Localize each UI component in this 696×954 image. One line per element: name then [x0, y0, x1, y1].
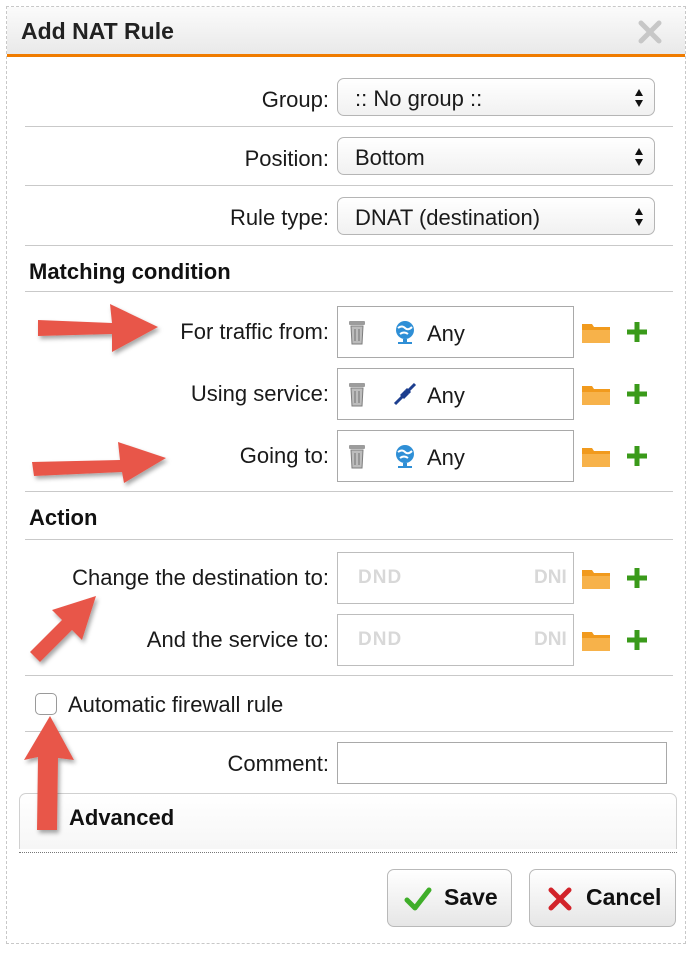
service-placeholder-left: DND — [358, 629, 403, 650]
automatic-firewall-checkbox[interactable] — [35, 693, 57, 715]
save-button-label: Save — [444, 884, 498, 910]
save-button[interactable]: Save — [387, 869, 512, 927]
folder-icon[interactable] — [581, 382, 611, 406]
change-destination-field[interactable]: DND DNI — [337, 552, 574, 604]
going-to-value: Any — [427, 445, 465, 470]
cancel-button[interactable]: Cancel — [529, 869, 676, 927]
separator — [25, 126, 673, 127]
select-arrows-icon — [635, 148, 643, 166]
separator — [25, 185, 673, 186]
separator — [25, 291, 673, 292]
trash-icon[interactable] — [348, 319, 366, 345]
traffic-from-value: Any — [427, 321, 465, 346]
going-to-label: Going to: — [239, 443, 329, 468]
position-select[interactable]: Bottom — [337, 137, 655, 175]
separator — [25, 539, 673, 540]
dialog-title: Add NAT Rule — [21, 18, 174, 44]
cancel-button-label: Cancel — [586, 884, 662, 910]
automatic-firewall-label[interactable]: Automatic firewall rule — [68, 692, 283, 718]
using-service-label: Using service: — [190, 381, 329, 406]
separator — [25, 731, 673, 732]
select-arrows-icon — [635, 89, 643, 107]
action-heading: Action — [29, 505, 98, 530]
add-plus-icon[interactable] — [625, 566, 649, 590]
advanced-section-header[interactable]: Advanced — [19, 793, 677, 849]
select-arrows-icon — [635, 208, 643, 226]
add-plus-icon[interactable] — [625, 628, 649, 652]
separator — [25, 245, 673, 246]
advanced-label: Advanced — [69, 805, 175, 830]
position-label: Position: — [244, 146, 329, 171]
traffic-from-label: For traffic from: — [180, 319, 329, 344]
add-plus-icon[interactable] — [625, 320, 649, 344]
group-select[interactable]: :: No group :: — [337, 78, 655, 116]
comment-input[interactable] — [337, 742, 667, 784]
going-to-field[interactable]: Any — [337, 430, 574, 482]
add-nat-rule-dialog: Add NAT Rule Group: :: No group :: Posit… — [6, 6, 686, 944]
folder-icon[interactable] — [581, 566, 611, 590]
position-select-value: Bottom — [355, 145, 425, 170]
group-select-value: :: No group :: — [355, 86, 483, 111]
cancel-x-icon — [548, 887, 572, 911]
add-plus-icon[interactable] — [625, 444, 649, 468]
comment-label: Comment: — [227, 751, 329, 776]
change-destination-label: Change the destination to: — [72, 565, 329, 590]
folder-icon[interactable] — [581, 320, 611, 344]
network-globe-icon — [396, 321, 414, 344]
add-plus-icon[interactable] — [625, 382, 649, 406]
using-service-value: Any — [427, 383, 465, 408]
check-icon — [404, 887, 432, 911]
service-plug-icon — [393, 382, 417, 406]
rule-type-select-value: DNAT (destination) — [355, 205, 541, 230]
folder-icon[interactable] — [581, 444, 611, 468]
group-label: Group: — [261, 87, 329, 112]
network-globe-icon — [396, 445, 414, 468]
using-service-field[interactable]: Any — [337, 368, 574, 420]
matching-condition-heading: Matching condition — [29, 259, 231, 284]
dialog-titlebar: Add NAT Rule — [7, 7, 685, 57]
folder-icon[interactable] — [581, 628, 611, 652]
destination-placeholder-right: DNI — [534, 567, 567, 588]
rule-type-label: Rule type: — [229, 205, 329, 230]
dotted-divider — [19, 852, 677, 853]
change-service-label: And the service to: — [146, 627, 329, 652]
traffic-from-field[interactable]: Any — [337, 306, 574, 358]
destination-placeholder-left: DND — [358, 567, 403, 588]
separator — [25, 675, 673, 676]
close-icon[interactable] — [637, 19, 663, 45]
rule-type-select[interactable]: DNAT (destination) — [337, 197, 655, 235]
separator — [25, 491, 673, 492]
trash-icon[interactable] — [348, 381, 366, 407]
trash-icon[interactable] — [348, 443, 366, 469]
change-service-field[interactable]: DND DNI — [337, 614, 574, 666]
service-placeholder-right: DNI — [534, 629, 567, 650]
